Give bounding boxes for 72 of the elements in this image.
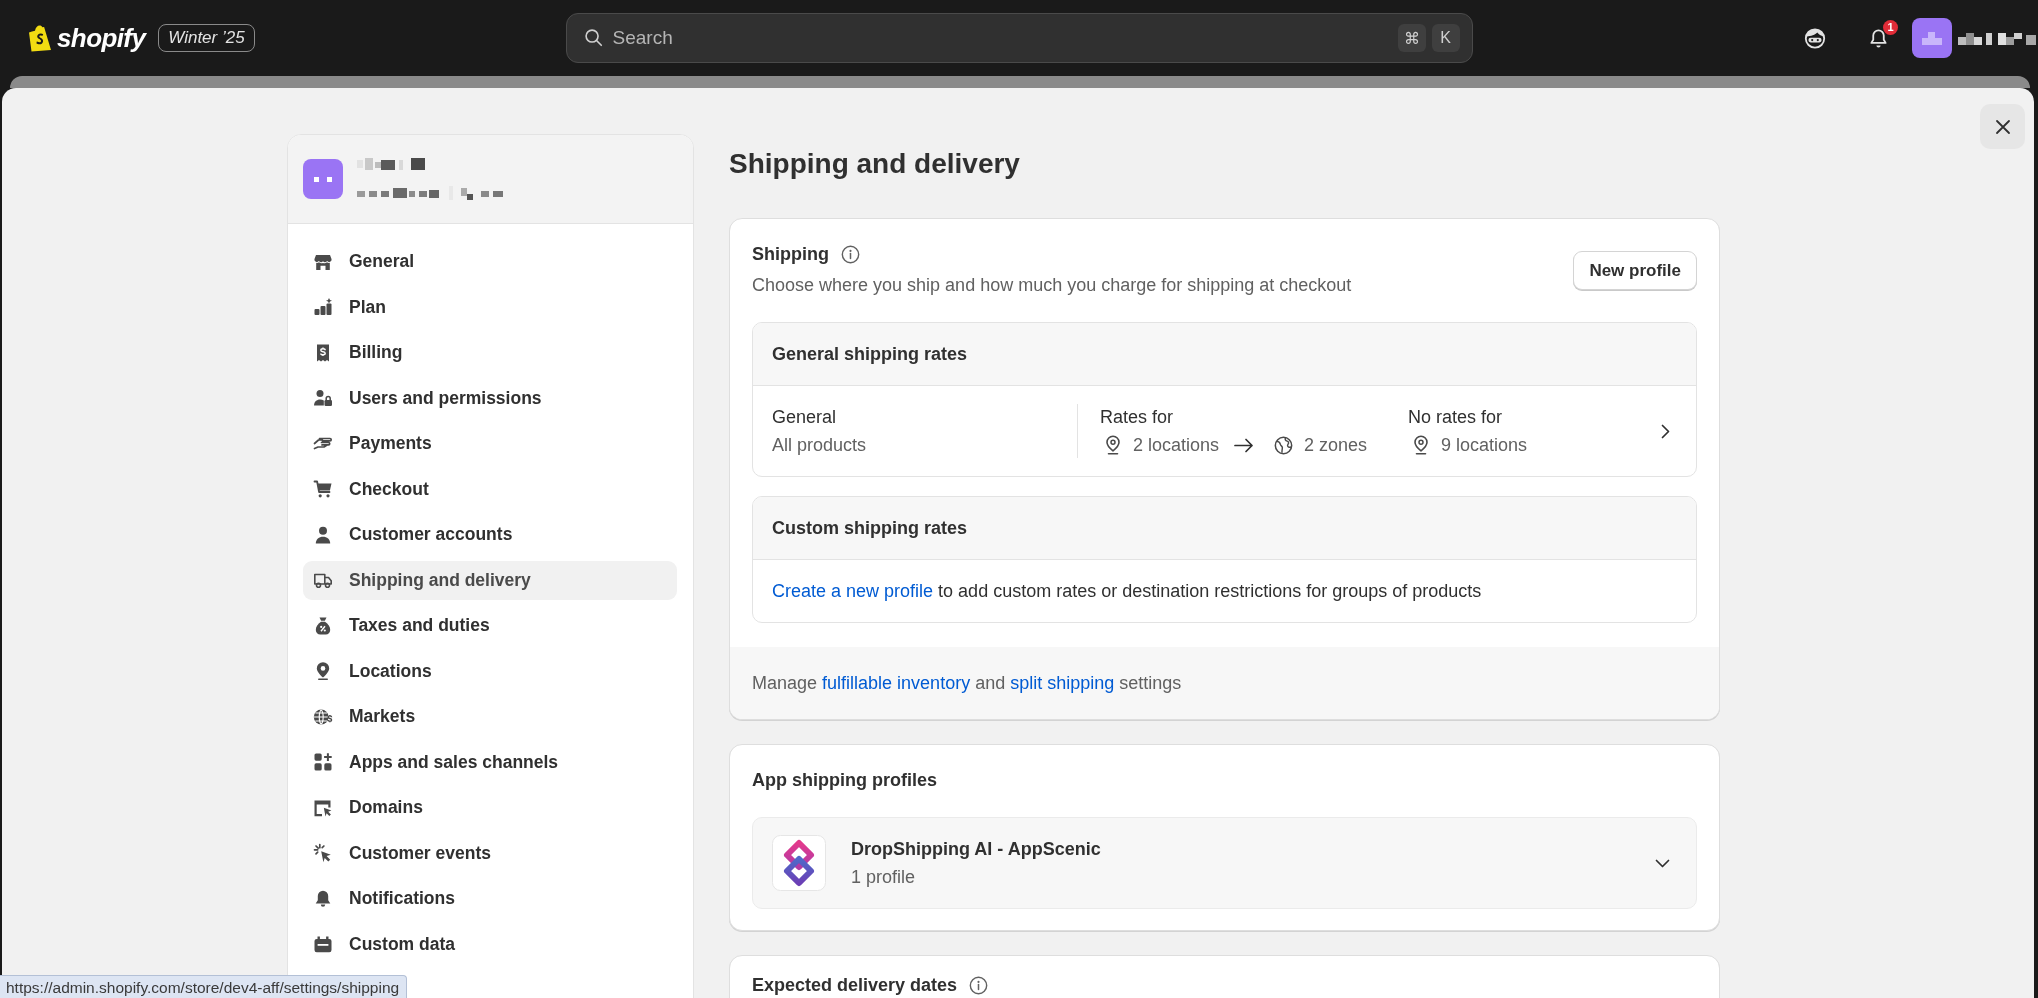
- bell-icon[interactable]: [1868, 27, 1889, 49]
- panel-title: Custom shipping rates: [772, 517, 968, 539]
- logo-text[interactable]: shopify: [57, 22, 146, 54]
- arrow-right-icon: [1234, 437, 1255, 453]
- pin-icon: [1105, 435, 1121, 455]
- bar-chart-icon: [313, 297, 333, 317]
- box-icon: [313, 934, 333, 954]
- no-rates-label: No rates for: [1408, 406, 1503, 429]
- chevron-right-icon[interactable]: [1661, 423, 1670, 439]
- masked-face-icon[interactable]: [1804, 27, 1826, 49]
- sidebar-item[interactable]: Plan: [303, 287, 677, 327]
- rates-label: Rates for: [1100, 406, 1174, 429]
- shopping-bag-icon: [29, 24, 51, 52]
- person-lock-icon: [313, 388, 333, 408]
- profile-scope: All products: [772, 434, 867, 457]
- page-title: Shipping and delivery: [729, 147, 1021, 181]
- card-description: Choose where you ship and how much you charge for shipping at checkout: [752, 274, 1352, 297]
- store-avatar-icon: [303, 159, 343, 199]
- profile-name[interactable]: General: [772, 404, 837, 430]
- person-icon: [313, 524, 333, 545]
- card-title: Expected delivery dates: [752, 974, 958, 997]
- sidebar-item[interactable]: Billing: [303, 333, 677, 372]
- sidebar-item[interactable]: Checkout: [303, 469, 677, 509]
- sidebar-item[interactable]: Custom data: [303, 924, 677, 964]
- sidebar-item[interactable]: Shipping and delivery: [303, 560, 677, 600]
- app-name: DropShipping AI - AppScenic: [851, 838, 1101, 861]
- close-icon: [1994, 118, 2011, 135]
- sidebar-item[interactable]: Markets: [303, 697, 677, 736]
- shortcut-key: K: [1431, 24, 1460, 52]
- bell-icon: [313, 888, 333, 909]
- app-profile-row[interactable]: DropShipping AI - AppScenic 1 profile: [752, 817, 1697, 909]
- sidebar-item[interactable]: Customer accounts: [303, 515, 677, 554]
- sidebar-item[interactable]: Notifications: [303, 879, 677, 918]
- rate-locations: 2 locations: [1133, 434, 1220, 457]
- info-icon[interactable]: [841, 244, 860, 264]
- sidebar-item[interactable]: General: [303, 242, 677, 281]
- pin-icon: [1413, 435, 1429, 455]
- card-title: Shipping: [752, 243, 829, 266]
- sidebar-item[interactable]: Payments: [303, 424, 677, 463]
- text-link[interactable]: Create a new profile: [772, 581, 934, 601]
- rate-zones: 2 zones: [1304, 434, 1368, 457]
- close-button[interactable]: [1980, 104, 2025, 149]
- globe-icon: [1274, 435, 1294, 455]
- sidebar-item[interactable]: Users and permissions: [303, 378, 677, 418]
- no-rate-locations: 9 locations: [1441, 434, 1528, 457]
- footer-text: Manage fulfillable inventory and split shipping settings: [752, 672, 1183, 695]
- grid-plus-icon: [313, 752, 333, 772]
- sidebar-item[interactable]: Taxes and duties: [303, 606, 677, 645]
- panel-title: General shipping rates: [772, 343, 968, 365]
- app-logo-icon: [772, 835, 826, 891]
- sidebar-item[interactable]: Apps and sales channels: [303, 742, 677, 782]
- search-icon: [583, 28, 603, 47]
- globe-dollar-icon: [313, 706, 333, 727]
- edition-badge: Winter ’25: [158, 24, 255, 52]
- text-link[interactable]: fulfillable inventory: [822, 673, 971, 693]
- status-url: https://admin.shopify.com/store/dev4-aff/settings/shipping: [0, 975, 408, 998]
- info-icon[interactable]: [969, 975, 989, 995]
- new-profile-button[interactable]: New profile: [1573, 251, 1697, 290]
- custom-rates-text: Create a new profile to add custom rates or destination restrictions for groups of products: [772, 580, 1483, 603]
- card-title: App shipping profiles: [752, 770, 937, 790]
- money-bag-icon: [313, 615, 333, 636]
- account-avatar-icon[interactable]: [1912, 18, 1952, 58]
- chevron-down-icon[interactable]: [1655, 858, 1670, 868]
- text-link[interactable]: split shipping: [1010, 673, 1115, 693]
- cursor-click-icon: [313, 843, 333, 863]
- notification-badge: 1: [1883, 19, 1898, 35]
- app-profile-count: 1 profile: [851, 866, 916, 889]
- sidebar-item[interactable]: Customer events: [303, 833, 677, 873]
- cart-icon: [313, 479, 333, 499]
- sidebar-item[interactable]: Locations: [303, 651, 677, 691]
- sidebar-item[interactable]: Domains: [303, 788, 677, 827]
- shortcut-key: ⌘: [1397, 24, 1426, 52]
